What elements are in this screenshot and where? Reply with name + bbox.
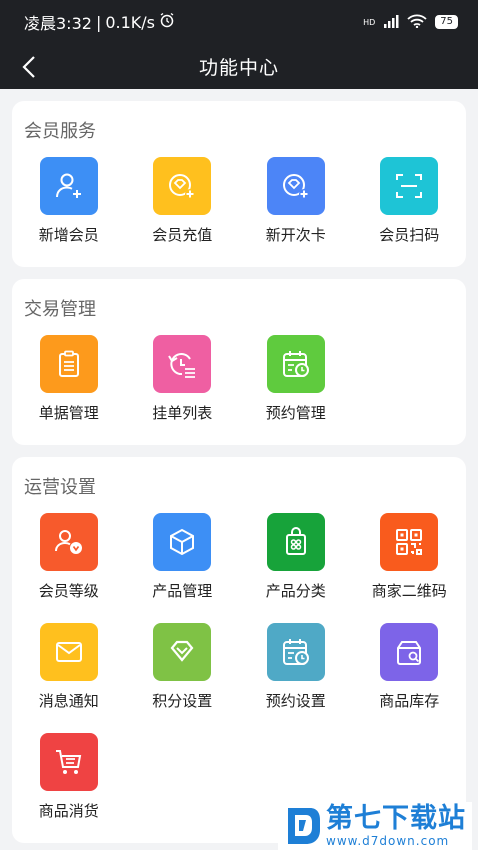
menu-item-label: 单据管理 — [38, 404, 99, 422]
section-operations: 运营设置 会员等级 产品管理 产品分类 商家二维码 消息通知 积分设置 预约设置… — [12, 457, 466, 843]
member-level-icon — [39, 513, 98, 571]
status-bar: 凌晨3:32 | 0.1K/s HD 75 — [0, 0, 478, 44]
page-title: 功能中心 — [198, 57, 279, 79]
section-grid: 单据管理 挂单列表 预约管理 — [12, 335, 466, 429]
menu-item-label: 产品分类 — [265, 582, 326, 600]
menu-item-booking-settings[interactable]: 预约设置 — [239, 623, 353, 727]
menu-item-goods-sales[interactable]: 商品消货 — [12, 733, 126, 821]
status-speed: 0.1K/s — [105, 12, 155, 32]
menu-item-label: 会员充值 — [152, 226, 213, 244]
menu-item-label: 新开次卡 — [265, 226, 326, 244]
menu-item-label: 积分设置 — [152, 692, 213, 710]
inventory-icon — [380, 623, 439, 681]
menu-item-label: 商品库存 — [379, 692, 440, 710]
menu-item-label: 预约设置 — [265, 692, 326, 710]
menu-item-new-card[interactable]: 新开次卡 — [239, 157, 353, 245]
section-title: 交易管理 — [24, 299, 96, 320]
menu-item-product-management[interactable]: 产品管理 — [126, 513, 240, 601]
menu-item-product-category[interactable]: 产品分类 — [239, 513, 353, 601]
menu-item-points-settings[interactable]: 积分设置 — [126, 623, 240, 727]
section-grid: 会员等级 产品管理 产品分类 商家二维码 消息通知 积分设置 预约设置 商品库存… — [12, 513, 466, 827]
qr-code-icon — [380, 513, 439, 571]
menu-item-label: 会员等级 — [38, 582, 99, 600]
alarm-icon — [159, 12, 175, 32]
watermark-text: 第七下载站 www.d7down.com — [326, 803, 466, 849]
menu-item-label: 商家二维码 — [371, 582, 447, 600]
section-transaction: 交易管理 单据管理 挂单列表 预约管理 — [12, 279, 466, 445]
add-user-icon — [39, 157, 98, 215]
menu-item-member-recharge[interactable]: 会员充值 — [126, 157, 240, 245]
menu-item-label: 挂单列表 — [152, 404, 213, 422]
menu-item-label: 新增会员 — [38, 226, 99, 244]
menu-item-inventory[interactable]: 商品库存 — [353, 623, 467, 727]
wifi-icon — [407, 14, 427, 31]
menu-item-label: 会员扫码 — [379, 226, 440, 244]
cart-icon — [39, 733, 98, 791]
menu-item-booking-management[interactable]: 预约管理 — [239, 335, 353, 423]
battery-icon: 75 — [435, 15, 458, 29]
scan-icon — [380, 157, 439, 215]
menu-item-bill-management[interactable]: 单据管理 — [12, 335, 126, 423]
mail-icon — [39, 623, 98, 681]
diamond-plus-icon — [266, 157, 325, 215]
menu-item-pending-orders[interactable]: 挂单列表 — [126, 335, 240, 423]
section-grid: 新增会员 会员充值 新开次卡 会员扫码 — [12, 157, 466, 251]
chevron-left-icon — [22, 56, 35, 78]
nav-bar: 功能中心 — [0, 44, 478, 89]
status-time: 凌晨3:32 — [24, 14, 92, 33]
section-title: 运营设置 — [24, 477, 96, 498]
site-watermark: 第七下载站 www.d7down.com — [278, 802, 472, 850]
menu-item-label: 消息通知 — [38, 692, 99, 710]
menu-item-add-member[interactable]: 新增会员 — [12, 157, 126, 245]
watermark-logo-icon — [288, 808, 320, 844]
section-member-service: 会员服务 新增会员 会员充值 新开次卡 会员扫码 — [12, 101, 466, 267]
menu-item-message-notify[interactable]: 消息通知 — [12, 623, 126, 711]
menu-item-member-level[interactable]: 会员等级 — [12, 513, 126, 601]
status-left: 凌晨3:32 | 0.1K/s — [24, 10, 175, 34]
network-label: HD — [363, 17, 376, 27]
watermark-main: 第七下载站 — [326, 803, 466, 834]
menu-item-merchant-qr[interactable]: 商家二维码 — [353, 513, 467, 601]
signal-icon — [383, 14, 399, 31]
clipboard-icon — [39, 335, 98, 393]
status-divider: | — [95, 12, 102, 32]
calendar-clock-icon — [266, 335, 325, 393]
box-icon — [153, 513, 212, 571]
points-diamond-icon — [153, 623, 212, 681]
status-right: HD 75 — [363, 14, 458, 31]
menu-item-label: 预约管理 — [265, 404, 326, 422]
calendar-clock-icon — [266, 623, 325, 681]
section-title: 会员服务 — [24, 121, 96, 142]
history-list-icon — [153, 335, 212, 393]
menu-item-label: 产品管理 — [152, 582, 213, 600]
menu-item-member-scan[interactable]: 会员扫码 — [353, 157, 467, 245]
diamond-plus-icon — [153, 157, 212, 215]
category-bag-icon — [266, 513, 325, 571]
watermark-sub: www.d7down.com — [326, 834, 450, 848]
menu-item-label: 商品消货 — [38, 802, 99, 820]
back-button[interactable] — [14, 52, 44, 82]
